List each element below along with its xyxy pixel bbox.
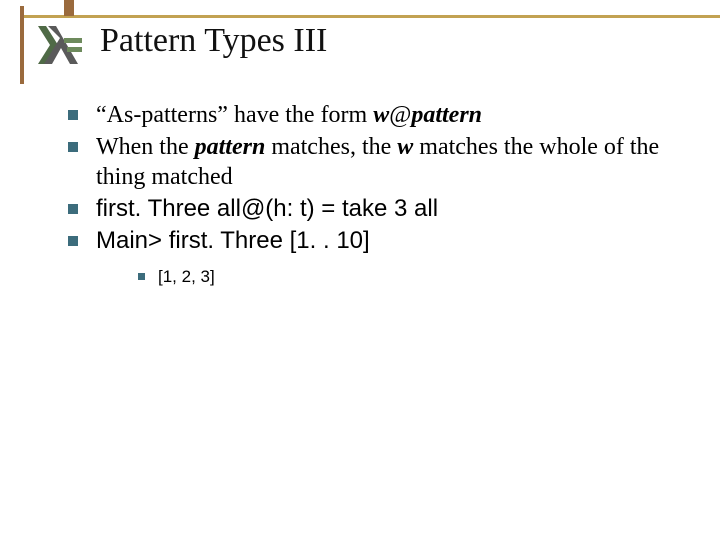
slide-content: “As-patterns” have the form w@pattern Wh… <box>58 100 700 290</box>
text-run-emph: pattern <box>411 102 482 128</box>
bullet-list: “As-patterns” have the form w@pattern Wh… <box>58 100 700 288</box>
list-item: [1, 2, 3] <box>136 266 700 288</box>
text-run: matches, the <box>265 134 397 160</box>
decorative-top-notch <box>64 0 74 16</box>
list-item: When the pattern matches, the w matches … <box>58 132 700 192</box>
list-item: first. Three all@(h: t) = take 3 all <box>58 194 700 224</box>
list-item: “As-patterns” have the form w@pattern <box>58 100 700 130</box>
text-run: @ <box>389 102 411 128</box>
decorative-left-bar <box>20 6 24 84</box>
sub-bullet-list: [1, 2, 3] <box>96 266 700 288</box>
text-run: Main> first. Three [1. . 10] <box>96 227 370 254</box>
text-run-emph: w <box>373 102 389 128</box>
list-item: Main> first. Three [1. . 10] [1, 2, 3] <box>58 226 700 288</box>
slide: Pattern Types III “As-patterns” have the… <box>0 0 720 540</box>
text-run-emph: w <box>397 134 413 160</box>
decorative-top-line <box>20 15 720 18</box>
text-run: [1, 2, 3] <box>158 267 215 286</box>
text-run: “As-patterns” have the form <box>96 102 373 128</box>
text-run: first. Three all@(h: t) = take 3 all <box>96 195 438 222</box>
haskell-logo-icon <box>38 26 82 64</box>
text-run: When the <box>96 134 195 160</box>
text-run-emph: pattern <box>195 134 266 160</box>
slide-title: Pattern Types III <box>100 22 327 60</box>
